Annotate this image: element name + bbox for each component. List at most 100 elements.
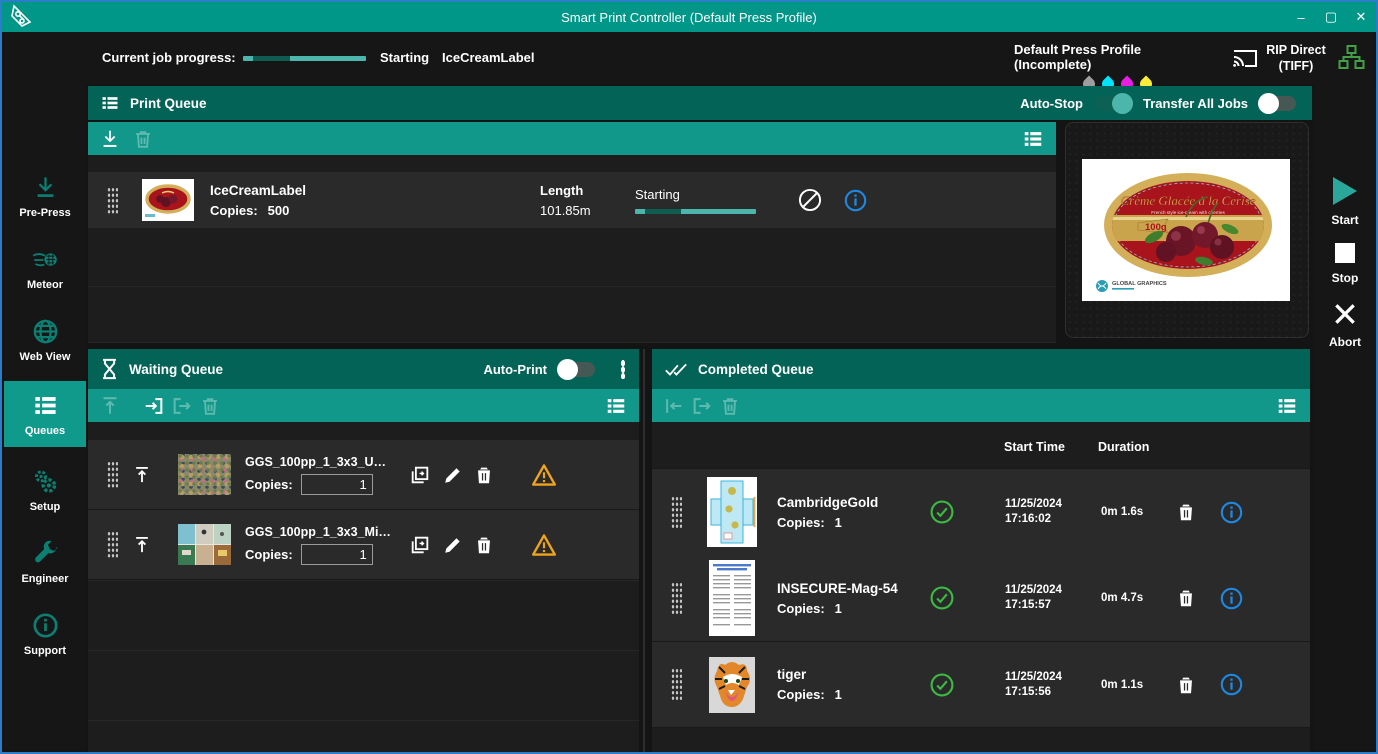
job-length-label: Length — [540, 183, 635, 198]
edit-job-icon[interactable] — [442, 534, 464, 556]
job-info-icon[interactable] — [843, 188, 868, 213]
completed-queue-row[interactable]: CambridgeGold Copies:1 11/25/2024 17:16:… — [652, 468, 1310, 556]
duplicate-job-icon[interactable] — [409, 464, 431, 486]
delete-job-icon[interactable] — [1175, 587, 1197, 609]
warning-icon[interactable] — [531, 462, 557, 488]
drag-handle-icon[interactable] — [107, 531, 118, 558]
sidebar-item-label: Meteor — [27, 279, 63, 291]
job-progress-bar — [635, 209, 756, 214]
drag-handle-icon[interactable] — [107, 187, 118, 214]
start-time-column-header: Start Time — [1004, 440, 1065, 454]
sidebar-item-label: Support — [24, 645, 66, 657]
delete-job-icon[interactable] — [1175, 674, 1197, 696]
maximize-button[interactable]: ▢ — [1316, 2, 1346, 32]
job-progress-bar — [243, 56, 366, 61]
print-preview-image: Crème Glacée à la Cerise French style ic… — [1082, 159, 1290, 301]
minimize-button[interactable]: – — [1286, 2, 1316, 32]
rip-mode-line2: (TIFF) — [1279, 58, 1314, 74]
sidebar-item-web-view[interactable]: Web View — [4, 307, 86, 373]
start-button[interactable]: Start — [1314, 177, 1376, 227]
completed-queue-title: Completed Queue — [698, 362, 814, 377]
duration-cell: 0m 4.7s — [1101, 592, 1171, 604]
rip-mode-indicator: RIP Direct (TIFF) — [1262, 42, 1330, 74]
sidebar-item-setup[interactable]: Setup — [4, 457, 86, 523]
sidebar-item-meteor[interactable]: Meteor — [4, 235, 86, 301]
auto-print-toggle[interactable] — [559, 362, 595, 377]
delete-job-icon[interactable] — [473, 464, 495, 486]
auto-stop-label: Auto-Stop — [1020, 96, 1083, 111]
job-copies: Copies:1 — [777, 515, 905, 530]
job-info-icon[interactable] — [1219, 586, 1244, 611]
edit-job-icon[interactable] — [442, 464, 464, 486]
warning-icon[interactable] — [531, 532, 557, 558]
job-name: INSECURE-Mag-54 — [777, 581, 905, 596]
completed-queue-toolbar — [652, 389, 1310, 422]
print-queue-view-icon[interactable] — [1022, 128, 1044, 150]
export-job-icon[interactable] — [691, 395, 713, 417]
job-copies: Copies:1 — [777, 601, 905, 616]
waiting-queue-list: GGS_100pp_1_3x3_U… Copies: — [88, 422, 639, 754]
completed-queue-doublecheck-icon — [664, 360, 688, 378]
pin-to-top-icon[interactable] — [132, 535, 152, 555]
svg-text:Crème Glacée à la Cerise: Crème Glacée à la Cerise — [1120, 193, 1255, 208]
job-thumbnail — [707, 477, 757, 547]
drag-handle-icon[interactable] — [107, 461, 118, 488]
waiting-queue-menu-icon[interactable] — [621, 360, 625, 379]
waiting-delete-icon[interactable] — [199, 395, 221, 417]
abort-x-icon — [1332, 301, 1358, 327]
cancel-job-icon[interactable] — [797, 187, 823, 213]
sidebar-item-support[interactable]: Support — [4, 601, 86, 667]
waiting-queue-row[interactable]: GGS_100pp_1_3x3_Mi… Copies: — [88, 510, 639, 580]
job-thumbnail — [142, 179, 194, 221]
print-queue-icon — [100, 93, 120, 113]
status-bar: Current job progress: Starting IceCreamL… — [4, 32, 1374, 85]
sidebar-item-queues[interactable]: Queues — [4, 381, 86, 447]
completed-view-icon[interactable] — [1276, 395, 1298, 417]
auto-stop-toggle[interactable] — [1095, 96, 1131, 111]
svg-text:100g: 100g — [1145, 222, 1167, 233]
duration-cell: 0m 1.6s — [1101, 506, 1171, 518]
window-title: Smart Print Controller (Default Press Pr… — [2, 10, 1376, 25]
delete-job-icon[interactable] — [473, 534, 495, 556]
waiting-queue-header: Waiting Queue Auto-Print — [88, 349, 639, 389]
completed-delete-icon[interactable] — [719, 395, 741, 417]
print-queue-delete-icon[interactable] — [132, 128, 154, 150]
job-info-icon[interactable] — [1219, 500, 1244, 525]
job-copies: Copies:500 — [210, 203, 540, 218]
delete-job-icon[interactable] — [1175, 501, 1197, 523]
copies-input[interactable] — [301, 544, 373, 565]
pin-to-top-icon[interactable] — [132, 465, 152, 485]
job-name: GGS_100pp_1_3x3_Mi… — [245, 525, 395, 539]
stop-button[interactable]: Stop — [1314, 243, 1376, 285]
sidebar-item-label: Queues — [25, 425, 65, 437]
copies-input[interactable] — [301, 474, 373, 495]
drag-handle-icon[interactable] — [671, 668, 682, 701]
title-bar: Smart Print Controller (Default Press Pr… — [2, 2, 1376, 32]
abort-button[interactable]: Abort — [1314, 301, 1376, 349]
print-queue-row[interactable]: IceCreamLabel Copies:500 Length 101.85m … — [88, 172, 1056, 228]
job-progress-status: Starting — [380, 50, 429, 65]
sidebar-item-label: Setup — [30, 501, 61, 513]
import-job-icon[interactable] — [143, 395, 165, 417]
close-button[interactable]: ✕ — [1346, 2, 1376, 32]
job-name: tiger — [777, 667, 905, 682]
queue-splitter[interactable] — [643, 349, 645, 754]
drag-handle-icon[interactable] — [671, 496, 682, 529]
move-to-top-icon[interactable] — [99, 395, 121, 417]
export-job-icon[interactable] — [171, 395, 193, 417]
completed-queue-row[interactable]: tiger Copies:1 11/25/2024 17:15:56 0m 1.… — [652, 642, 1310, 728]
print-queue-download-icon[interactable] — [99, 128, 121, 150]
drag-handle-icon[interactable] — [671, 582, 682, 615]
waiting-view-icon[interactable] — [605, 395, 627, 417]
sidebar-item-engineer[interactable]: Engineer — [4, 529, 86, 595]
completed-queue-row[interactable]: INSECURE-Mag-54 Copies:1 11/25/2024 17:1… — [652, 555, 1310, 642]
job-info-icon[interactable] — [1219, 672, 1244, 697]
waiting-queue-row[interactable]: GGS_100pp_1_3x3_U… Copies: — [88, 440, 639, 510]
transfer-all-jobs-toggle[interactable] — [1260, 96, 1296, 111]
transfer-all-jobs-label: Transfer All Jobs — [1143, 96, 1248, 111]
duplicate-job-icon[interactable] — [409, 534, 431, 556]
duration-column-header: Duration — [1098, 440, 1149, 454]
move-to-first-icon[interactable] — [663, 395, 685, 417]
start-time-cell: 11/25/2024 17:15:56 — [1005, 670, 1085, 700]
sidebar-item-pre-press[interactable]: Pre-Press — [4, 163, 86, 229]
